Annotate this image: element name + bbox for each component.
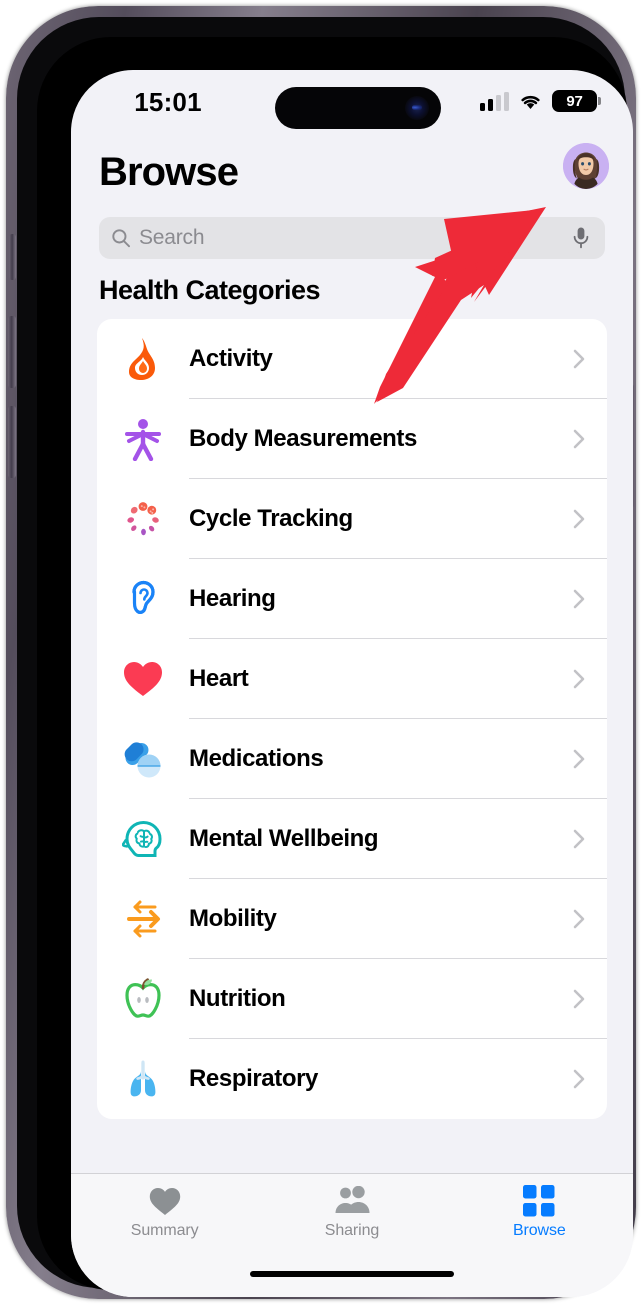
phone-screen: 15:01 97 Browse Search Health Categories…: [71, 70, 633, 1297]
page-title: Browse: [99, 150, 239, 194]
phone-bezel: 15:01 97 Browse Search Health Categories…: [37, 37, 633, 1297]
category-row-mental-wellbeing[interactable]: Mental Wellbeing: [97, 799, 607, 879]
header: Browse: [71, 132, 633, 206]
tab-label: Browse: [512, 1222, 566, 1239]
category-label: Body Measurements: [189, 425, 417, 452]
screenshot-stage: 15:01 97 Browse Search Health Categories…: [0, 0, 642, 1305]
phone-inner-frame: 15:01 97 Browse Search Health Categories…: [17, 17, 633, 1297]
pills-icon: [97, 719, 189, 799]
wifi-icon: [521, 95, 540, 109]
category-row-nutrition[interactable]: Nutrition: [97, 959, 607, 1039]
cycle-petals-icon: [97, 479, 189, 559]
arrows-icon: [97, 879, 189, 959]
front-camera-icon: [405, 96, 429, 120]
chevron-right-icon: [573, 589, 585, 609]
chevron-right-icon: [573, 1069, 585, 1089]
flame-icon: [97, 319, 189, 399]
chevron-right-icon: [573, 749, 585, 769]
volume-down-button[interactable]: [8, 406, 16, 478]
battery-indicator: 97: [552, 90, 601, 112]
tab-browse[interactable]: Browse: [446, 1174, 633, 1252]
section-title: Health Categories: [99, 275, 321, 305]
chevron-right-icon: [573, 429, 585, 449]
category-label: Heart: [189, 665, 249, 692]
category-label: Medications: [189, 745, 324, 772]
category-label: Activity: [189, 345, 273, 372]
category-label: Nutrition: [189, 985, 286, 1012]
category-row-heart[interactable]: Heart: [97, 639, 607, 719]
memoji-avatar-icon: [563, 143, 609, 189]
chevron-right-icon: [573, 509, 585, 529]
chevron-right-icon: [573, 829, 585, 849]
tab-sharing[interactable]: Sharing: [258, 1174, 445, 1252]
apple-icon: [97, 959, 189, 1039]
category-row-hearing[interactable]: Hearing: [97, 559, 607, 639]
chevron-right-icon: [573, 669, 585, 689]
cellular-signal-icon: [480, 91, 509, 111]
category-label: Respiratory: [189, 1065, 318, 1092]
chevron-right-icon: [573, 349, 585, 369]
heart-icon: [148, 1184, 182, 1218]
category-label: Mental Wellbeing: [189, 825, 379, 852]
home-indicator[interactable]: [250, 1271, 454, 1277]
heart-icon: [97, 639, 189, 719]
tab-bar: Summary Sharing Browse: [71, 1173, 633, 1297]
status-bar-time: 15:01: [134, 87, 202, 117]
health-categories-card: Activity Body Measurements Cycle Trackin…: [97, 319, 607, 1119]
volume-up-button[interactable]: [8, 316, 16, 388]
people-icon: [332, 1184, 372, 1218]
battery-percent-label: 97: [566, 92, 583, 110]
action-button[interactable]: [9, 234, 16, 280]
grid-squares-icon: [523, 1184, 555, 1218]
category-row-mobility[interactable]: Mobility: [97, 879, 607, 959]
microphone-icon[interactable]: [571, 226, 591, 250]
tab-label: Summary: [130, 1222, 199, 1239]
category-label: Hearing: [189, 585, 276, 612]
tab-label: Sharing: [324, 1222, 380, 1239]
body-figure-icon: [97, 399, 189, 479]
ear-icon: [97, 559, 189, 639]
category-label: Mobility: [189, 905, 277, 932]
category-row-cycle-tracking[interactable]: Cycle Tracking: [97, 479, 607, 559]
category-label: Cycle Tracking: [189, 505, 353, 532]
category-row-medications[interactable]: Medications: [97, 719, 607, 799]
status-bar-indicators: 97: [480, 90, 601, 112]
category-row-body-measurements[interactable]: Body Measurements: [97, 399, 607, 479]
chevron-right-icon: [573, 909, 585, 929]
brain-head-icon: [97, 799, 189, 879]
category-row-activity[interactable]: Activity: [97, 319, 607, 399]
phone-frame: 15:01 97 Browse Search Health Categories…: [6, 6, 636, 1299]
dynamic-island: [275, 87, 441, 129]
category-row-respiratory[interactable]: Respiratory: [97, 1039, 607, 1119]
app-content: Browse Search Health Categories Activity…: [71, 132, 633, 1235]
lungs-icon: [97, 1039, 189, 1119]
chevron-right-icon: [573, 989, 585, 1009]
tab-summary[interactable]: Summary: [71, 1174, 258, 1252]
search-bar[interactable]: Search: [99, 217, 605, 259]
search-input[interactable]: Search: [139, 226, 205, 250]
avatar[interactable]: [563, 143, 609, 189]
search-icon: [112, 229, 130, 248]
